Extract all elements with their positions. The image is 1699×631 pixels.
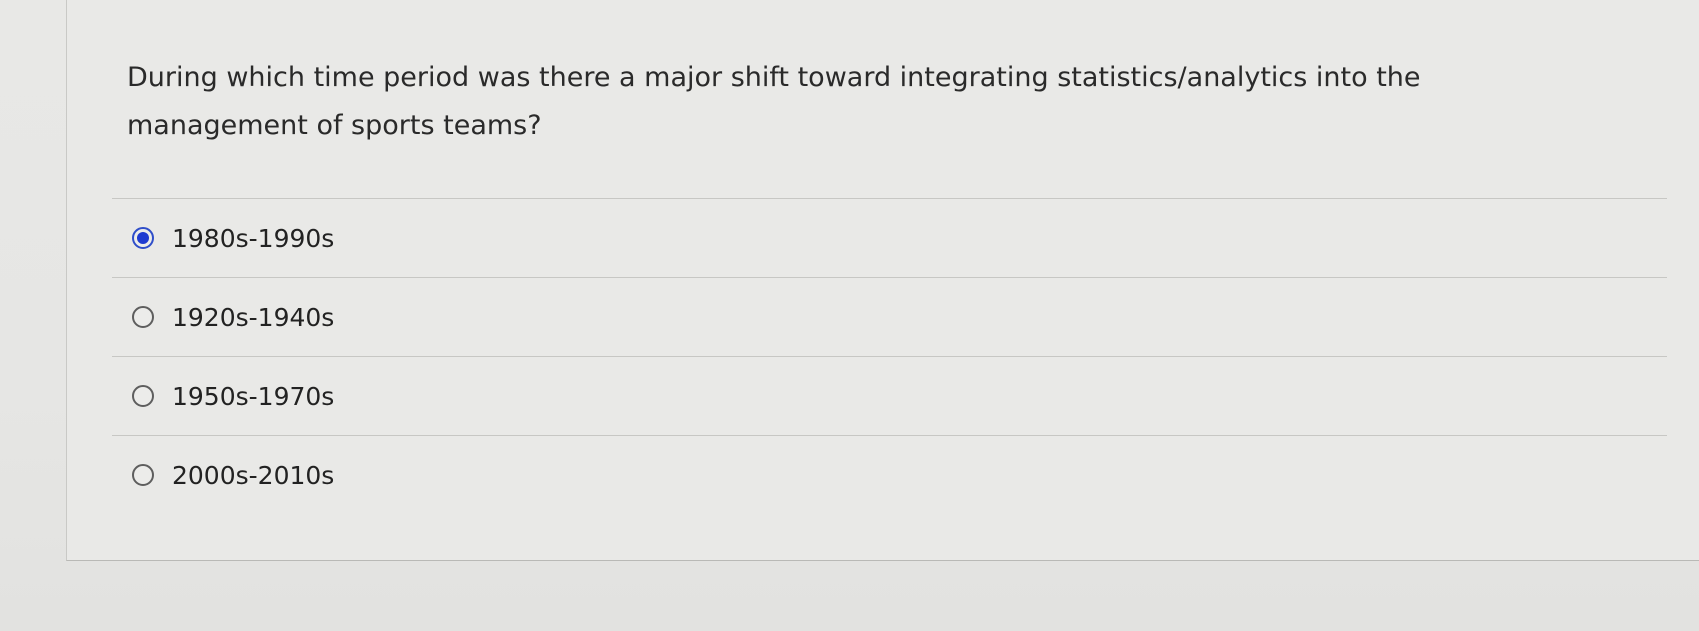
option-2000s-2010s[interactable]: 2000s-2010s [112, 436, 1667, 514]
radio-button[interactable] [132, 464, 154, 486]
radio-button-selected[interactable] [132, 227, 154, 249]
question-text: During which time period was there a maj… [127, 62, 1421, 141]
quiz-page: During which time period was there a maj… [0, 0, 1699, 631]
radio-button[interactable] [132, 385, 154, 407]
option-label: 1950s-1970s [172, 381, 335, 411]
answer-options: 1980s-1990s 1920s-1940s 1950s-1970s 2000… [112, 198, 1667, 514]
option-label: 1980s-1990s [172, 223, 335, 253]
option-label: 1920s-1940s [172, 302, 335, 332]
option-1920s-1940s[interactable]: 1920s-1940s [112, 278, 1667, 356]
option-1980s-1990s[interactable]: 1980s-1990s [112, 199, 1667, 277]
option-label: 2000s-2010s [172, 460, 335, 490]
radio-button[interactable] [132, 306, 154, 328]
option-1950s-1970s[interactable]: 1950s-1970s [112, 357, 1667, 435]
